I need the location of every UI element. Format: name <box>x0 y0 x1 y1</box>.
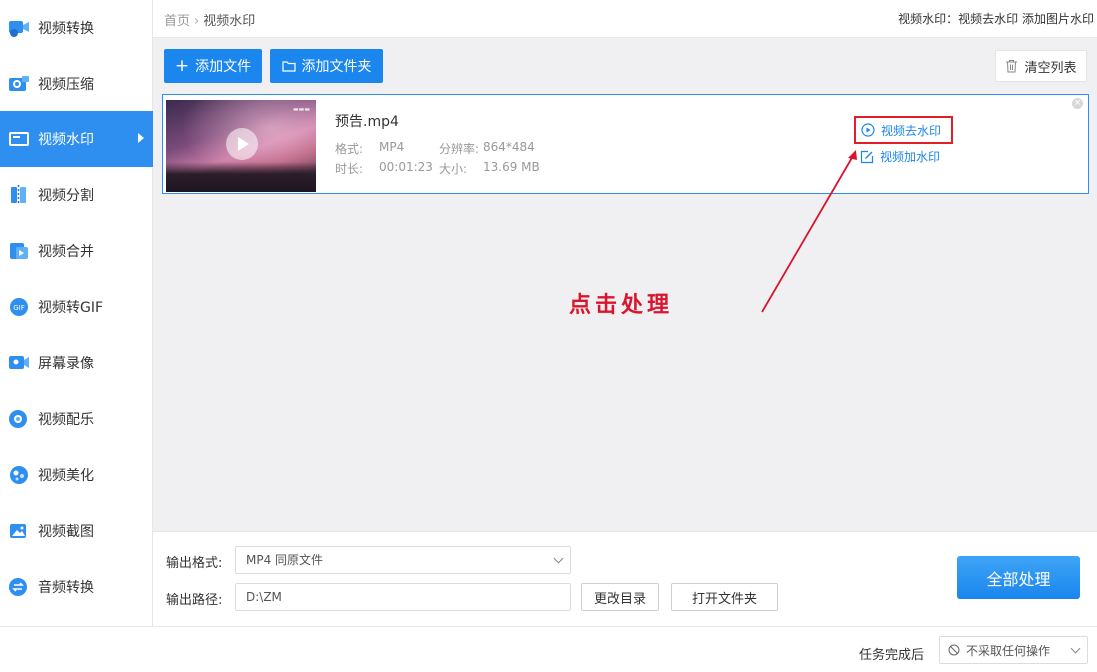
gif-icon: GIF <box>10 298 28 316</box>
main-area: + 添加文件 添加文件夹 清空列表 ▬▬▬ 预告.mp4 格式: MP4 分辨率… <box>153 38 1097 531</box>
add-folder-button[interactable]: 添加文件夹 <box>270 49 383 83</box>
format-label: 格式: <box>335 142 364 156</box>
add-file-button[interactable]: + 添加文件 <box>164 49 262 83</box>
clear-list-button[interactable]: 清空列表 <box>995 50 1087 82</box>
sidebar-item-label: 视频压缩 <box>38 77 94 93</box>
format-value: MP4 <box>379 140 405 154</box>
resolution-label: 分辨率: <box>439 142 480 156</box>
resolution-value: 864*484 <box>483 140 535 154</box>
add-folder-label: 添加文件夹 <box>301 59 372 75</box>
sidebar: 视频转换 视频压缩 视频水印 视频分割 视频合并 GIF 视频转GIF 屏幕录像… <box>0 0 153 626</box>
process-all-button[interactable]: 全部处理 <box>957 556 1080 599</box>
chevron-down-icon <box>1070 643 1081 654</box>
video-merge-icon <box>10 243 28 259</box>
video-watermark-icon <box>9 132 29 146</box>
sidebar-item-label: 视频转换 <box>38 21 94 37</box>
sidebar-item-screen-record[interactable]: 屏幕录像 <box>0 335 153 391</box>
after-done-label: 任务完成后 <box>859 648 925 663</box>
thumbnail-watermark-mark: ▬▬▬ <box>292 106 310 113</box>
video-convert-icon <box>9 21 29 37</box>
sidebar-item-video-convert[interactable]: 视频转换 <box>0 0 153 56</box>
header: 首页 › 视频水印 视频水印：视频去水印 添加图片水印 <box>153 0 1097 38</box>
sidebar-item-audio-convert[interactable]: 音频转换 <box>0 559 153 615</box>
sidebar-item-gif[interactable]: GIF 视频转GIF <box>0 279 153 335</box>
output-path-input[interactable]: D:\ZM <box>235 583 571 611</box>
add-watermark-label: 视频加水印 <box>880 150 941 164</box>
breadcrumb-current: 视频水印 <box>203 14 256 29</box>
file-card[interactable]: ▬▬▬ 预告.mp4 格式: MP4 分辨率: 864*484 时长: 00:0… <box>162 94 1089 194</box>
after-done-select[interactable]: 不采取任何操作 <box>939 636 1088 664</box>
add-file-label: 添加文件 <box>195 59 252 75</box>
output-format-label: 输出格式: <box>166 556 223 571</box>
folder-icon <box>281 61 296 72</box>
audio-convert-icon <box>9 578 27 596</box>
breadcrumb: 首页 › 视频水印 <box>164 10 255 29</box>
sidebar-item-label: 视频转GIF <box>38 300 104 316</box>
sidebar-item-label: 视频截图 <box>38 524 94 540</box>
clear-list-label: 清空列表 <box>1024 60 1077 76</box>
sidebar-item-screenshot[interactable]: 视频截图 <box>0 503 153 559</box>
duration-value: 00:01:23 <box>379 160 433 174</box>
screen-record-icon <box>9 356 29 369</box>
status-bar: 任务完成后 不采取任何操作 <box>0 626 1097 672</box>
remove-watermark-button[interactable]: 视频去水印 <box>854 116 953 144</box>
plus-icon: + <box>174 55 190 76</box>
open-folder-button[interactable]: 打开文件夹 <box>671 583 778 611</box>
edit-icon <box>860 150 874 163</box>
annotation-text: 点击处理 <box>569 292 674 318</box>
beautify-icon <box>10 466 28 484</box>
music-icon <box>9 410 27 428</box>
video-compress-icon <box>9 76 29 91</box>
size-value: 13.69 MB <box>483 160 540 174</box>
output-format-value: MP4 同原文件 <box>246 553 324 567</box>
output-path-label: 输出路径: <box>166 593 223 608</box>
svg-text:GIF: GIF <box>13 304 25 312</box>
chevron-down-icon <box>553 553 564 564</box>
file-name: 预告.mp4 <box>335 114 399 130</box>
sidebar-item-label: 音频转换 <box>38 580 94 596</box>
close-icon[interactable]: × <box>1072 98 1083 109</box>
sidebar-item-label: 视频水印 <box>38 132 94 148</box>
after-done-value: 不采取任何操作 <box>966 643 1051 658</box>
trash-icon <box>1006 60 1018 73</box>
output-panel: 输出格式: MP4 同原文件 输出路径: D:\ZM 更改目录 打开文件夹 全部… <box>153 531 1097 626</box>
breadcrumb-home[interactable]: 首页 <box>164 14 190 29</box>
add-watermark-button[interactable]: 视频加水印 <box>860 148 940 165</box>
sidebar-item-music[interactable]: 视频配乐 <box>0 391 153 447</box>
sidebar-item-video-split[interactable]: 视频分割 <box>0 167 153 223</box>
no-action-icon <box>948 644 960 656</box>
video-split-icon <box>11 185 26 205</box>
video-thumbnail[interactable]: ▬▬▬ <box>166 100 316 192</box>
thumbnail-trees <box>166 162 316 192</box>
screenshot-icon <box>10 524 26 538</box>
output-format-select[interactable]: MP4 同原文件 <box>235 546 571 574</box>
sidebar-item-label: 视频配乐 <box>38 412 94 428</box>
remove-watermark-label: 视频去水印 <box>881 123 942 138</box>
video-play-circle-icon <box>861 123 875 137</box>
chevron-right-icon: › <box>194 14 200 29</box>
sidebar-item-label: 视频分割 <box>38 188 94 204</box>
sidebar-item-video-merge[interactable]: 视频合并 <box>0 223 153 279</box>
duration-label: 时长: <box>335 162 364 176</box>
header-feature-info: 视频水印：视频去水印 添加图片水印 <box>898 12 1094 26</box>
sidebar-item-video-compress[interactable]: 视频压缩 <box>0 56 153 112</box>
sidebar-item-label: 视频合并 <box>38 244 94 260</box>
sidebar-item-beautify[interactable]: 视频美化 <box>0 447 153 503</box>
sidebar-item-video-watermark[interactable]: 视频水印 <box>0 111 153 167</box>
change-directory-button[interactable]: 更改目录 <box>581 583 659 611</box>
sidebar-item-label: 视频美化 <box>38 468 94 484</box>
size-label: 大小: <box>439 162 468 176</box>
arrow-right-icon <box>138 133 144 143</box>
play-icon[interactable] <box>226 128 258 160</box>
sidebar-item-label: 屏幕录像 <box>38 356 94 372</box>
